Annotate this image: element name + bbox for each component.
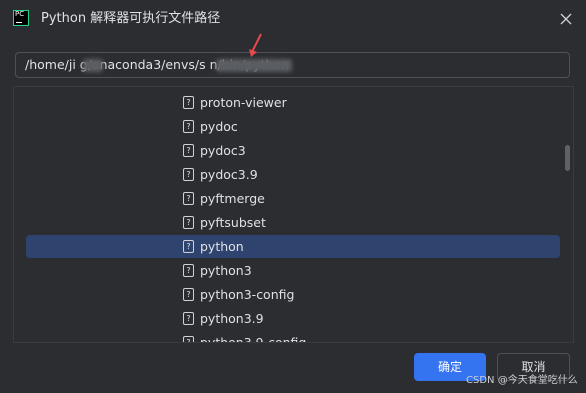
unknown-file-icon: ? — [183, 240, 194, 253]
path-input[interactable]: /home/ji g/anaconda3/envs/s n/bin/python — [15, 52, 570, 78]
vertical-scrollbar[interactable] — [565, 145, 570, 171]
file-list-item-label: python — [200, 239, 244, 254]
file-list-item-label: pydoc3.9 — [200, 167, 258, 182]
file-list-item-label: pydoc3 — [200, 143, 246, 158]
unknown-file-icon: ? — [183, 288, 194, 301]
unknown-file-icon: ? — [183, 216, 194, 229]
file-list-item[interactable]: ? pydoc3.9 — [26, 163, 560, 186]
file-list-item[interactable]: ? pyftsubset — [26, 211, 560, 234]
unknown-file-icon: ? — [183, 168, 194, 181]
file-list-item-label: python3 — [200, 263, 252, 278]
file-list-item-label: pyftmerge — [200, 191, 265, 206]
pycharm-app-icon: PC — [13, 10, 29, 26]
file-tree[interactable]: ? proton-viewer? pydoc? pydoc3? pydoc3.9? pyf… — [13, 86, 574, 343]
file-list-item[interactable]: ? pydoc — [26, 115, 560, 138]
file-list-item[interactable]: ? python3.9 — [26, 307, 560, 330]
file-list-item-label: proton-viewer — [200, 95, 287, 110]
file-list-item[interactable]: ? python3-config — [26, 283, 560, 306]
file-list-item[interactable]: ? pyftmerge — [26, 187, 560, 210]
unknown-file-icon: ? — [183, 120, 194, 133]
file-list-item[interactable]: ? python3.9-config — [26, 331, 560, 343]
file-list-item-label: python3.9-config — [200, 335, 307, 343]
file-list-item[interactable]: ? proton-viewer — [26, 91, 560, 114]
unknown-file-icon: ? — [183, 264, 194, 277]
file-list-item[interactable]: ? python3 — [26, 259, 560, 282]
unknown-file-icon: ? — [183, 312, 194, 325]
file-list-item-label: pydoc — [200, 119, 238, 134]
file-list-item-label: python3.9 — [200, 311, 264, 326]
file-list-item-label: python3-config — [200, 287, 295, 302]
app-icon-text: PC — [15, 10, 25, 18]
close-button[interactable] — [556, 9, 576, 29]
file-list-item[interactable]: ? pydoc3 — [26, 139, 560, 162]
file-list-item[interactable]: ? python — [26, 235, 560, 258]
unknown-file-icon: ? — [183, 336, 194, 342]
close-icon — [560, 13, 572, 25]
dialog-title: Python 解释器可执行文件路径 — [41, 11, 221, 26]
watermark-text: CSDN @今天食堂吃什么 — [466, 375, 578, 386]
unknown-file-icon: ? — [183, 96, 194, 109]
redaction-blur — [216, 59, 292, 72]
annotation-arrow-icon — [249, 33, 262, 57]
title-bar: PC Python 解释器可执行文件路径 — [0, 0, 586, 38]
unknown-file-icon: ? — [183, 192, 194, 205]
unknown-file-icon: ? — [183, 144, 194, 157]
file-list-item-label: pyftsubset — [200, 215, 266, 230]
redaction-blur — [83, 59, 103, 72]
